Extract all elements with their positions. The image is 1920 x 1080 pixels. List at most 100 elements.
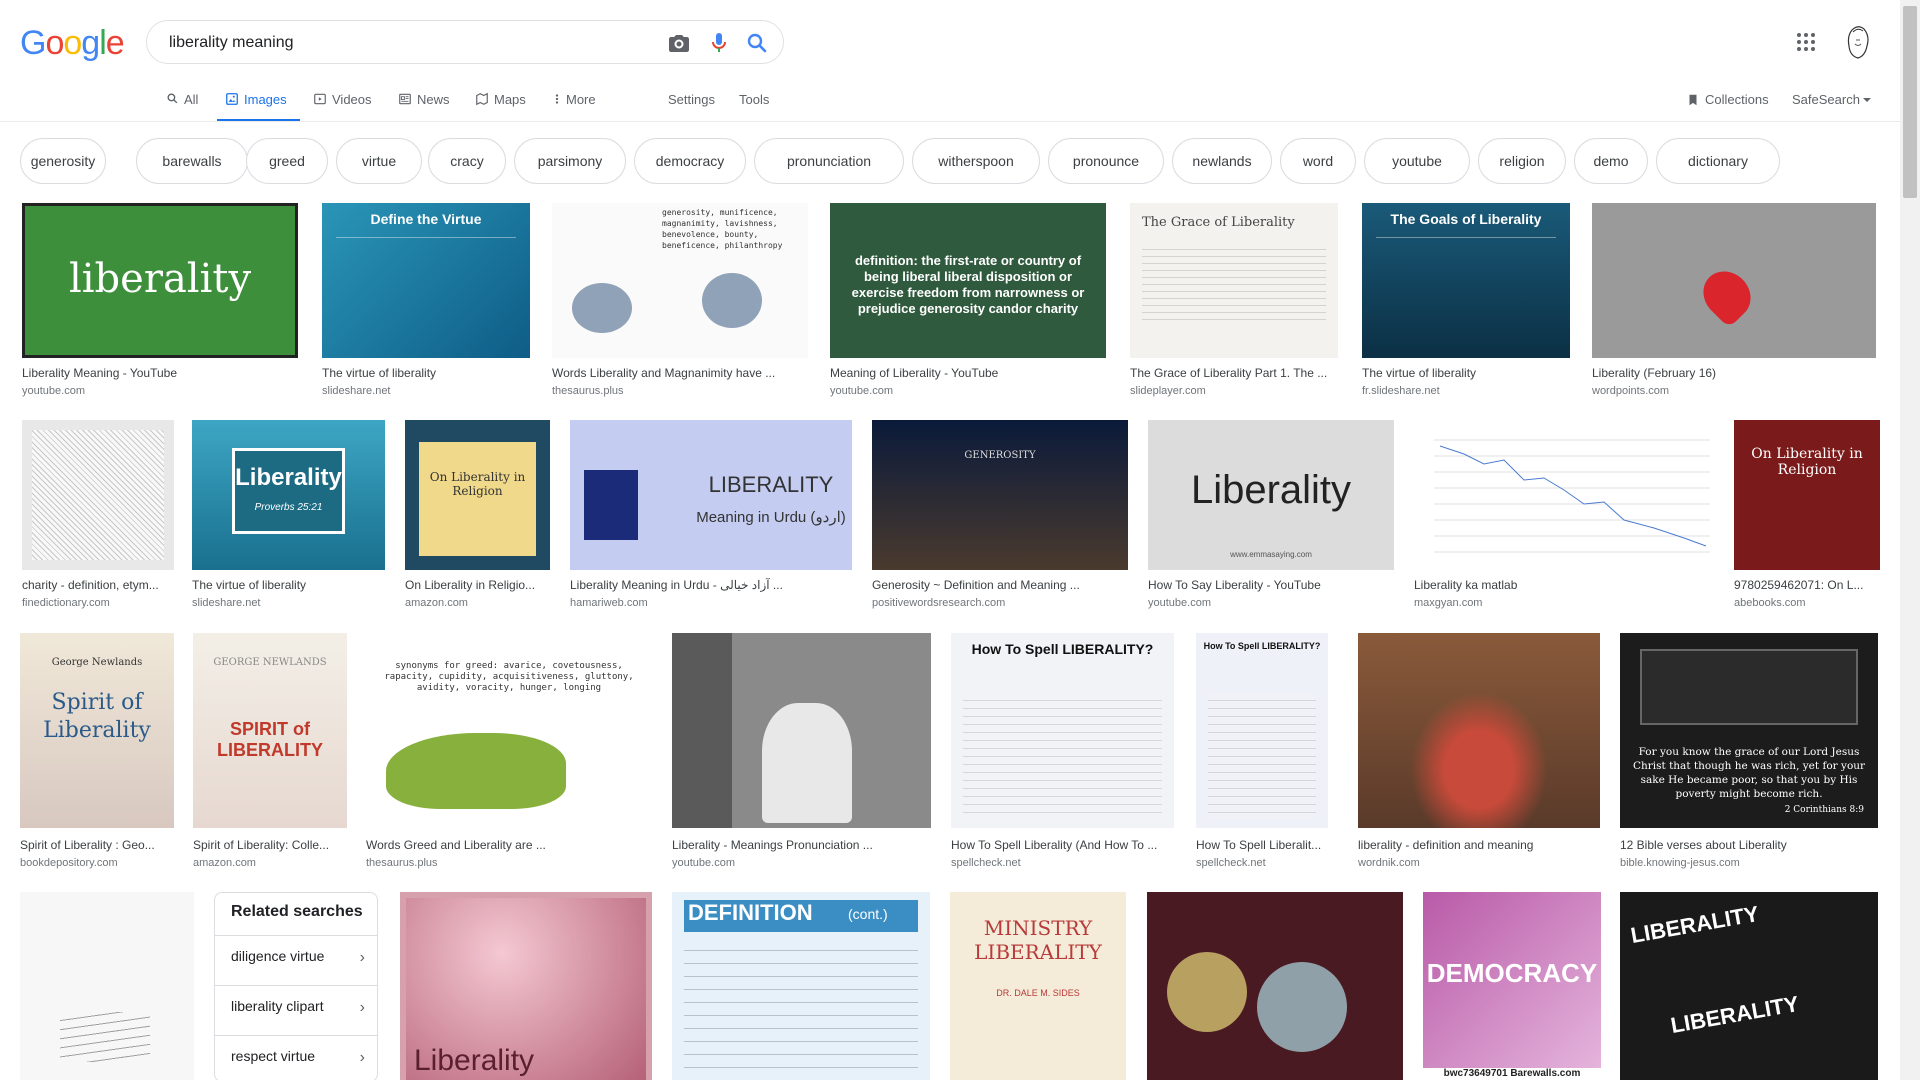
result-source[interactable]: youtube.com	[672, 857, 929, 869]
collections-link[interactable]: Collections	[1686, 86, 1769, 122]
image-thumbnail[interactable]: GEORGE NEWLANDS SPIRIT of LIBERALITY	[193, 633, 347, 828]
image-thumbnail[interactable]: DEFINITION (cont.)	[672, 892, 930, 1080]
result-source[interactable]: youtube.com	[22, 385, 296, 397]
result-source[interactable]: bookdepository.com	[20, 857, 172, 869]
image-thumbnail[interactable]: definition: the first-rate or country of…	[830, 203, 1106, 358]
image-thumbnail[interactable]: Liberality Proverbs 25:21	[192, 420, 385, 570]
result-title[interactable]: Liberality ka matlab	[1414, 578, 1712, 592]
result-source[interactable]: bible.knowing-jesus.com	[1620, 857, 1876, 869]
image-thumbnail[interactable]: Liberality www.emmasaying.com	[1148, 420, 1394, 570]
image-thumbnail[interactable]: DEMOCRACY bwc73649701 Barewalls.com	[1423, 892, 1601, 1080]
related-item-respect-virtue[interactable]: respect virtue ›	[215, 1035, 377, 1080]
tab-news[interactable]: News	[398, 86, 450, 122]
result-title[interactable]: 12 Bible verses about Liberality	[1620, 838, 1876, 852]
result-source[interactable]: thesaurus.plus	[552, 385, 806, 397]
image-thumbnail[interactable]: LIBERALITY LIBERALITY	[1620, 892, 1878, 1080]
chip-witherspoon[interactable]: witherspoon	[912, 138, 1040, 184]
image-thumbnail[interactable]: Liberality	[400, 892, 652, 1080]
result-title[interactable]: The virtue of liberality	[322, 366, 528, 380]
chip-demo[interactable]: demo	[1574, 138, 1648, 184]
image-thumbnail[interactable]: For you know the grace of our Lord Jesus…	[1620, 633, 1878, 828]
result-source[interactable]: finedictionary.com	[22, 597, 172, 609]
result-source[interactable]: maxgyan.com	[1414, 597, 1712, 609]
related-item-liberality-clipart[interactable]: liberality clipart ›	[215, 985, 377, 1033]
result-source[interactable]: slideplayer.com	[1130, 385, 1336, 397]
tab-videos[interactable]: Videos	[313, 86, 372, 122]
result-source[interactable]: abebooks.com	[1734, 597, 1878, 609]
image-thumbnail[interactable]	[1592, 203, 1876, 358]
result-source[interactable]: youtube.com	[1148, 597, 1392, 609]
chip-dictionary[interactable]: dictionary	[1656, 138, 1780, 184]
chip-word[interactable]: word	[1280, 138, 1356, 184]
tab-tools[interactable]: Tools	[739, 86, 769, 122]
result-source[interactable]: thesaurus.plus	[366, 857, 650, 869]
chip-newlands[interactable]: newlands	[1172, 138, 1272, 184]
tab-images[interactable]: Images	[217, 86, 300, 122]
chip-greed[interactable]: greed	[246, 138, 328, 184]
chip-youtube[interactable]: youtube	[1364, 138, 1470, 184]
image-thumbnail[interactable]: How To Spell LIBERALITY?	[951, 633, 1174, 828]
google-logo[interactable]: Google	[20, 24, 125, 63]
result-title[interactable]: The virtue of liberality	[192, 578, 383, 592]
result-title[interactable]: The Grace of Liberality Part 1. The ...	[1130, 366, 1336, 380]
result-title[interactable]: Spirit of Liberality: Colle...	[193, 838, 345, 852]
apps-grid-icon[interactable]	[1794, 30, 1818, 54]
result-title[interactable]: On Liberality in Religio...	[405, 578, 548, 592]
camera-icon[interactable]	[667, 31, 691, 55]
result-source[interactable]: wordnik.com	[1358, 857, 1598, 869]
search-input[interactable]	[167, 29, 621, 57]
result-title[interactable]: Liberality - Meanings Pronunciation ...	[672, 838, 929, 852]
chip-generosity[interactable]: generosity	[20, 138, 106, 184]
result-title[interactable]: Liberality Meaning - YouTube	[22, 366, 296, 380]
result-title[interactable]: Meaning of Liberality - YouTube	[830, 366, 1104, 380]
result-source[interactable]: amazon.com	[405, 597, 548, 609]
tab-settings[interactable]: Settings	[668, 86, 715, 122]
image-thumbnail[interactable]: Define the Virtue	[322, 203, 530, 358]
tab-maps[interactable]: Maps	[475, 86, 526, 122]
result-source[interactable]: hamariweb.com	[570, 597, 850, 609]
image-thumbnail[interactable]	[672, 633, 931, 828]
image-thumbnail[interactable]: George Newlands Spirit of Liberality	[20, 633, 174, 828]
image-thumbnail[interactable]	[20, 892, 194, 1080]
result-title[interactable]: Words Liberality and Magnanimity have ..…	[552, 366, 806, 380]
result-source[interactable]: spellcheck.net	[951, 857, 1172, 869]
result-title[interactable]: Generosity ~ Definition and Meaning ...	[872, 578, 1126, 592]
result-title[interactable]: How To Spell Liberalit...	[1196, 838, 1326, 852]
result-source[interactable]: spellcheck.net	[1196, 857, 1326, 869]
result-title[interactable]: Liberality Meaning in Urdu - آزاد خیالی …	[570, 578, 850, 592]
result-source[interactable]: slideshare.net	[322, 385, 528, 397]
tab-more[interactable]: More	[553, 86, 596, 122]
result-title[interactable]: How To Spell Liberality (And How To ...	[951, 838, 1172, 852]
result-title[interactable]: Spirit of Liberality : Geo...	[20, 838, 172, 852]
microphone-icon[interactable]	[707, 31, 731, 55]
result-source[interactable]: fr.slideshare.net	[1362, 385, 1568, 397]
image-thumbnail[interactable]	[1358, 633, 1600, 828]
image-thumbnail[interactable]	[1414, 420, 1714, 570]
image-thumbnail[interactable]	[22, 420, 174, 570]
chip-barewalls[interactable]: barewalls	[136, 138, 248, 184]
search-icon[interactable]	[745, 31, 769, 55]
safesearch-menu[interactable]: SafeSearch	[1792, 86, 1877, 122]
chip-religion[interactable]: religion	[1478, 138, 1566, 184]
image-thumbnail[interactable]: The Grace of Liberality	[1130, 203, 1338, 358]
image-thumbnail[interactable]: liberality	[22, 203, 298, 358]
result-title[interactable]: Liberality (February 16)	[1592, 366, 1874, 380]
image-thumbnail[interactable]: synonyms for greed: avarice, covetousnes…	[366, 633, 652, 828]
related-item-diligence-virtue[interactable]: diligence virtue ›	[215, 935, 377, 983]
result-source[interactable]: positivewordsresearch.com	[872, 597, 1126, 609]
result-source[interactable]: slideshare.net	[192, 597, 383, 609]
chip-pronunciation[interactable]: pronunciation	[754, 138, 904, 184]
result-title[interactable]: The virtue of liberality	[1362, 366, 1568, 380]
image-thumbnail[interactable]	[1147, 892, 1403, 1080]
image-thumbnail[interactable]: generosity, munificence, magnanimity, la…	[552, 203, 808, 358]
chip-pronounce[interactable]: pronounce	[1048, 138, 1164, 184]
image-thumbnail[interactable]: LIBERALITY Meaning in Urdu (اردو)	[570, 420, 852, 570]
result-title[interactable]: How To Say Liberality - YouTube	[1148, 578, 1392, 592]
account-avatar[interactable]	[1842, 24, 1874, 60]
result-title[interactable]: liberality - definition and meaning	[1358, 838, 1598, 852]
image-thumbnail[interactable]: On Liberality in Religion	[405, 420, 550, 570]
result-title[interactable]: 9780259462071: On L...	[1734, 578, 1878, 592]
image-thumbnail[interactable]: GENEROSITY	[872, 420, 1128, 570]
image-thumbnail[interactable]: How To Spell LIBERALITY?	[1196, 633, 1328, 828]
chip-cracy[interactable]: cracy	[428, 138, 506, 184]
